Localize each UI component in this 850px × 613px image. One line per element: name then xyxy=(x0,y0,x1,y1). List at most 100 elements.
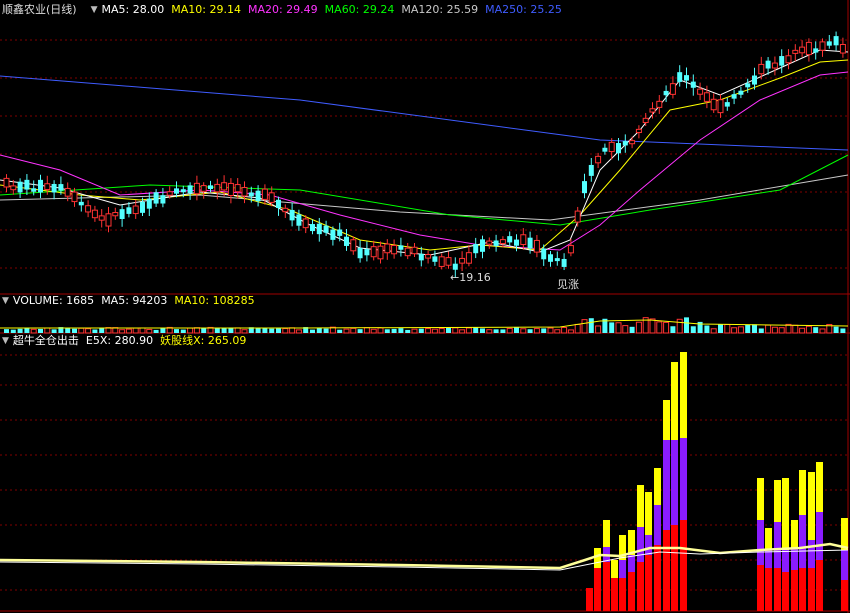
volume-bar xyxy=(635,321,642,334)
volume-bar xyxy=(792,324,799,334)
volume-bar xyxy=(391,328,397,333)
indicator-bar-yellow xyxy=(757,478,764,520)
candle-body xyxy=(826,41,832,46)
indicator-bar-purple xyxy=(619,560,626,578)
candle-body xyxy=(527,237,533,249)
candle-body xyxy=(302,218,309,229)
stock-name: 顺鑫农业 xyxy=(2,3,46,16)
candle-body xyxy=(418,253,424,261)
candle-body xyxy=(507,236,513,243)
volume-bar xyxy=(752,324,757,333)
candle-body xyxy=(214,183,221,193)
candle-body xyxy=(187,185,193,194)
candle-body xyxy=(174,188,179,194)
indicator-bar-purple xyxy=(808,540,815,568)
volume-bar xyxy=(411,328,418,334)
candle-body xyxy=(71,191,78,203)
candle-body xyxy=(146,198,152,209)
candle-body xyxy=(779,56,785,66)
ma-legend-item-2: MA20: 29.49 xyxy=(247,3,318,16)
triangle-down-icon[interactable]: ▼ xyxy=(91,3,98,17)
volume-bar xyxy=(649,318,656,334)
indicator-bar-yellow xyxy=(645,492,652,535)
candle-body xyxy=(710,98,717,111)
volume-bar xyxy=(656,321,663,334)
volume-bar xyxy=(459,329,466,334)
candle-body xyxy=(541,248,547,260)
indicator-bar-red xyxy=(765,568,772,611)
indicator-bar-purple xyxy=(680,438,687,520)
volume-bar xyxy=(527,329,533,333)
volume-bar xyxy=(262,328,268,333)
indicator-bar-yellow xyxy=(791,520,798,548)
candle-body xyxy=(792,49,799,54)
indicator-bar-red xyxy=(799,568,806,611)
candle-body xyxy=(752,75,757,85)
candle-body xyxy=(153,192,159,204)
indicator-line xyxy=(0,542,849,571)
volume-bar xyxy=(398,328,404,333)
ma10-line xyxy=(0,59,849,251)
ma60-line xyxy=(0,154,849,226)
indicator-bar-yellow xyxy=(765,528,772,550)
candle-body xyxy=(58,184,64,191)
candle-body xyxy=(330,229,336,240)
candle-body xyxy=(31,188,37,192)
volume-bar xyxy=(234,327,241,334)
candle-body xyxy=(839,43,846,54)
volume-bar xyxy=(595,325,602,334)
candle-body xyxy=(241,187,248,197)
candle-body xyxy=(805,41,812,56)
volume-bar xyxy=(132,327,139,334)
triangle-down-icon[interactable]: ▼ xyxy=(2,334,9,348)
indicator-bar-red xyxy=(782,572,789,611)
ma-legend-item-0: MA5: 28.00 xyxy=(101,3,165,16)
indicator-bar-purple xyxy=(774,522,781,568)
volume-bar xyxy=(350,327,357,334)
volume-bar xyxy=(323,328,329,333)
candle-body xyxy=(459,257,466,264)
candle-body xyxy=(724,102,730,107)
volume-bar xyxy=(676,318,683,334)
volume-bar xyxy=(819,328,826,334)
candle-body xyxy=(316,223,322,235)
candle-body xyxy=(221,182,228,191)
volume-bar xyxy=(541,328,547,333)
candle-body xyxy=(452,263,458,270)
volume-bar xyxy=(241,329,248,334)
candle-body xyxy=(337,229,343,236)
candle-body xyxy=(717,99,724,114)
candle-body xyxy=(465,252,472,264)
candle-body xyxy=(350,239,357,252)
volume-bar xyxy=(44,327,51,334)
volume-bar xyxy=(473,327,479,333)
volume-pane-header: ▼ VOLUME: 1685 MA5: 94203 MA10: 108285 xyxy=(2,294,269,308)
volume-bar xyxy=(520,328,527,334)
volume-bar xyxy=(493,329,499,333)
volume-bar xyxy=(431,328,438,334)
indicator-bar-red xyxy=(663,530,670,611)
indicator-bars[interactable] xyxy=(586,352,848,611)
candle-body xyxy=(227,182,234,196)
volume-bar xyxy=(615,322,622,334)
volume-bar xyxy=(704,325,710,333)
candle-body xyxy=(554,258,560,262)
candle-body xyxy=(180,189,186,193)
candlesticks[interactable] xyxy=(3,31,846,278)
volume-bar xyxy=(554,329,561,334)
triangle-down-icon[interactable]: ▼ xyxy=(2,294,9,308)
candle-body xyxy=(234,184,241,193)
candle-body xyxy=(391,244,398,255)
volume-bar xyxy=(452,327,459,334)
candle-body xyxy=(255,190,261,202)
candle-body xyxy=(574,210,581,223)
volume-bars[interactable] xyxy=(0,317,849,334)
candle-body xyxy=(200,185,207,192)
volume-bar xyxy=(160,328,166,333)
indicator-bar-red xyxy=(654,545,661,611)
volume-bar xyxy=(289,327,296,334)
indicator-bar-purple xyxy=(663,440,670,530)
candle-body xyxy=(602,147,608,152)
candle-body xyxy=(738,90,744,95)
volume-bar xyxy=(833,326,839,333)
